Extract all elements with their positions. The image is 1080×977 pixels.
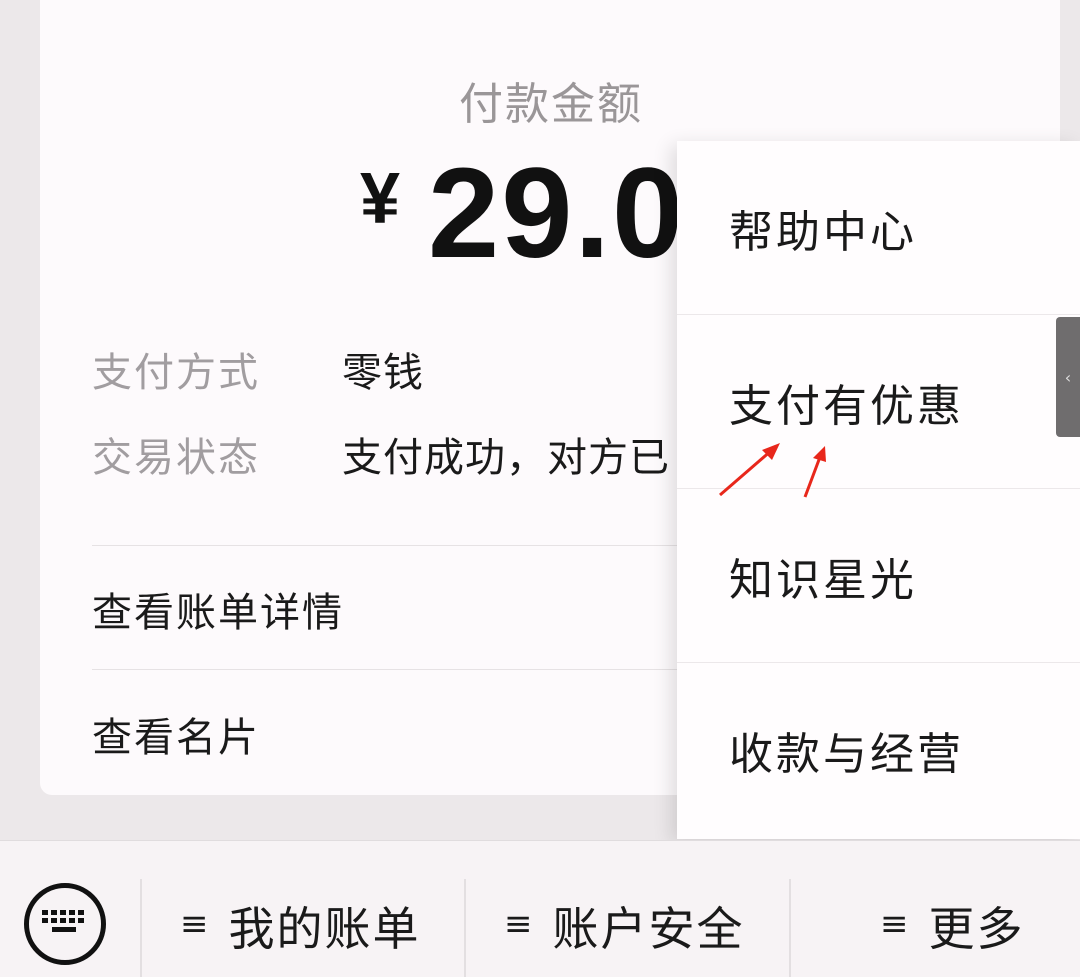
view-card-link[interactable]: 查看名片 [92,705,260,763]
side-handle[interactable]: ‹ [1056,317,1080,437]
menu-item-collection-business[interactable]: 收款与经营 [677,663,1080,837]
menu-icon: ≡ [504,904,535,944]
tab-label: 账户安全 [552,902,745,956]
detail-value: 支付成功，对方已 [342,435,670,481]
chevron-left-icon: ‹ [1064,367,1072,387]
keyboard-toggle-button[interactable] [24,883,106,965]
screen: 付款金额 ¥29.0 支付方式 零钱 交易状态 支付成功，对方已 查看账单详情 查看… [0,0,1080,977]
tab-account-security[interactable]: ≡ 账户安全 [504,881,745,971]
amount-label-text: 付款金额 [459,79,643,130]
detail-row-payment-method: 支付方式 零钱 [92,340,424,398]
currency-symbol: ¥ [360,159,401,239]
tab-separator [789,879,791,977]
menu-item-knowledge-star[interactable]: 知识星光 [677,489,1080,663]
detail-value: 零钱 [342,350,424,396]
amount-display: ¥29.0 [360,140,685,287]
menu-icon: ≡ [880,904,911,944]
detail-key: 支付方式 [92,350,260,396]
detail-row-status: 交易状态 支付成功，对方已 [92,425,670,483]
menu-icon: ≡ [180,904,211,944]
tab-label: 更多 [928,902,1025,956]
menu-item-payment-offers[interactable]: 支付有优惠 [677,315,1080,489]
keyboard-icon [42,910,84,932]
tab-label: 我的账单 [228,902,421,956]
bottom-menu-bar: ≡ 我的账单 ≡ 账户安全 ≡ 更多 [0,840,1080,977]
amount-label: 付款金额 [40,68,1060,132]
tab-my-bills[interactable]: ≡ 我的账单 [180,881,421,971]
tab-separator [140,879,142,977]
bill-details-link[interactable]: 查看账单详情 [92,580,344,638]
tab-more[interactable]: ≡ 更多 [880,881,1025,971]
tab-separator [464,879,466,977]
more-popup-menu: 帮助中心 支付有优惠 知识星光 收款与经营 [677,141,1080,839]
detail-key: 交易状态 [92,435,260,481]
amount-value: 29.0 [428,142,686,285]
menu-item-help-center[interactable]: 帮助中心 [677,141,1080,315]
